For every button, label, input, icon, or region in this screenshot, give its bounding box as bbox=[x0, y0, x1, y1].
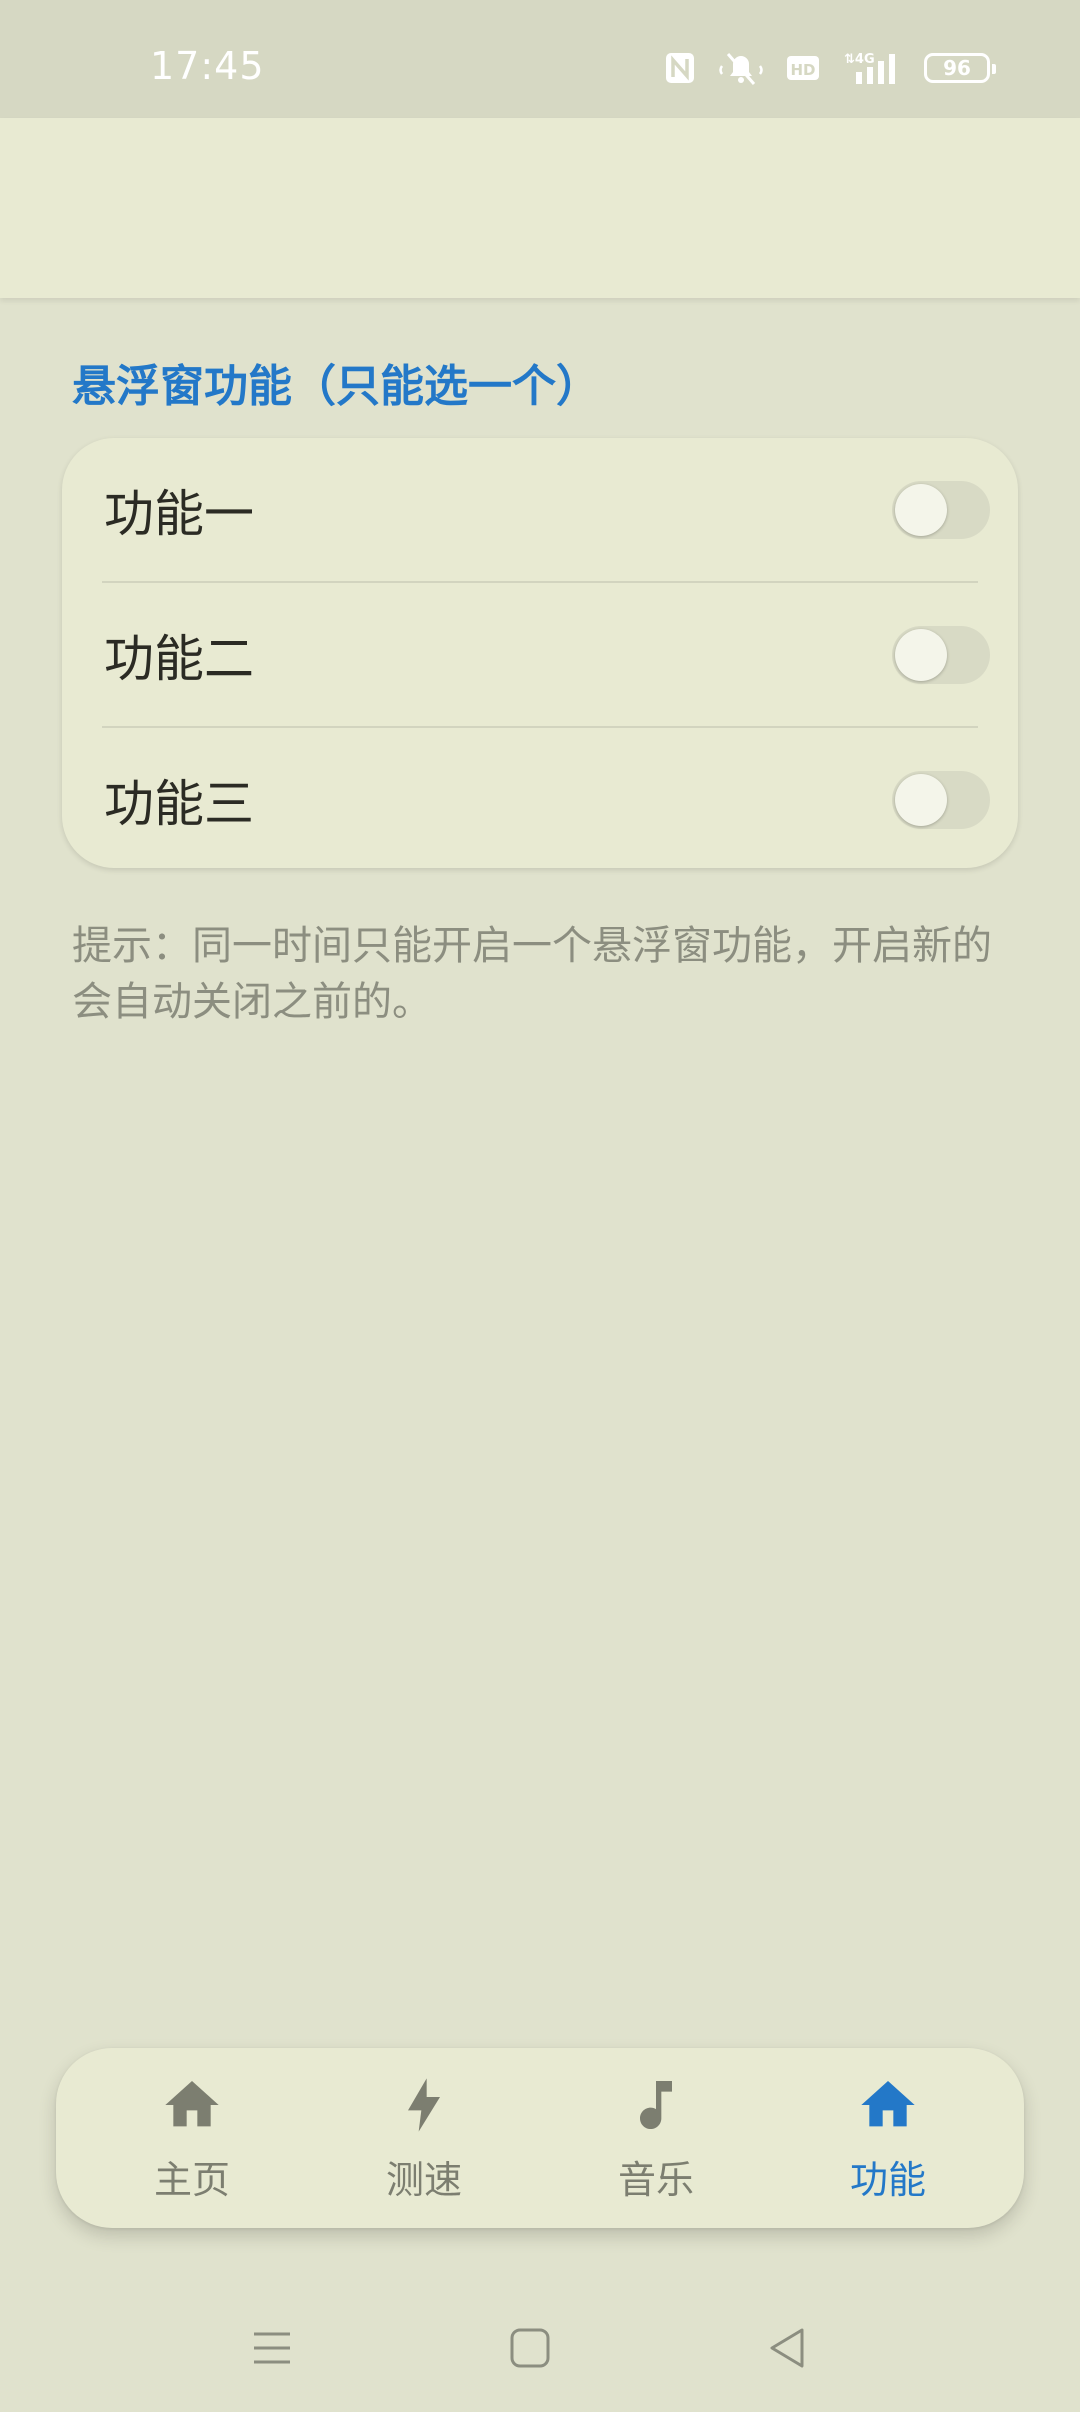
lightning-icon bbox=[408, 2077, 440, 2132]
mute-icon bbox=[719, 53, 763, 85]
nav-item-home[interactable]: 主页 bbox=[92, 2073, 292, 2204]
home-icon bbox=[165, 2080, 219, 2126]
home-square-icon[interactable] bbox=[508, 2326, 552, 2370]
feature-card: 功能一 功能二 功能三 bbox=[62, 438, 1018, 868]
hint-text: 提示：同一时间只能开启一个悬浮窗功能，开启新的会自动关闭之前的。 bbox=[72, 923, 992, 1025]
toggle-knob bbox=[895, 773, 947, 826]
nav-label: 主页 bbox=[153, 2157, 230, 2202]
nav-label: 测速 bbox=[385, 2157, 462, 2202]
svg-text:HD: HD bbox=[790, 61, 815, 79]
app-bar bbox=[0, 118, 1080, 298]
status-icons: HD ⇅4G 96 bbox=[664, 48, 996, 88]
nfc-icon bbox=[666, 53, 694, 83]
feature-row-1[interactable]: 功能一 bbox=[102, 438, 990, 581]
4g-signal-icon: ⇅4G bbox=[844, 52, 895, 84]
feature-1-toggle[interactable] bbox=[892, 480, 990, 539]
status-time: 17:45 bbox=[150, 44, 265, 88]
feature-3-toggle[interactable] bbox=[892, 770, 990, 829]
feature-row-3[interactable]: 功能三 bbox=[102, 726, 990, 868]
nav-item-music[interactable]: 音乐 bbox=[556, 2073, 756, 2204]
battery-level: 96 bbox=[943, 56, 971, 80]
section-title: 悬浮窗功能（只能选一个） bbox=[72, 361, 600, 412]
feature-row-2[interactable]: 功能二 bbox=[102, 581, 990, 726]
feature-label: 功能三 bbox=[104, 774, 254, 833]
nav-item-features[interactable]: 功能 bbox=[788, 2073, 988, 2204]
home-icon bbox=[861, 2080, 915, 2126]
music-note-icon bbox=[640, 2080, 672, 2129]
nav-label: 音乐 bbox=[617, 2157, 694, 2202]
back-icon[interactable] bbox=[766, 2326, 810, 2370]
feature-label: 功能二 bbox=[104, 629, 254, 688]
hd-icon: HD bbox=[787, 56, 819, 80]
bottom-nav: 主页 测速 音乐 功能 bbox=[56, 2048, 1024, 2228]
toggle-knob bbox=[895, 628, 947, 681]
nav-item-speedtest[interactable]: 测速 bbox=[324, 2073, 524, 2204]
feature-2-toggle[interactable] bbox=[892, 625, 990, 684]
menu-icon[interactable] bbox=[250, 2326, 294, 2370]
toggle-knob bbox=[895, 483, 947, 536]
status-bar: 17:45 HD ⇅4G 96 bbox=[0, 0, 1080, 118]
nav-label: 功能 bbox=[849, 2157, 926, 2202]
battery-icon: 96 bbox=[924, 53, 996, 83]
feature-label: 功能一 bbox=[104, 484, 254, 543]
svg-text:⇅4G: ⇅4G bbox=[844, 52, 875, 67]
